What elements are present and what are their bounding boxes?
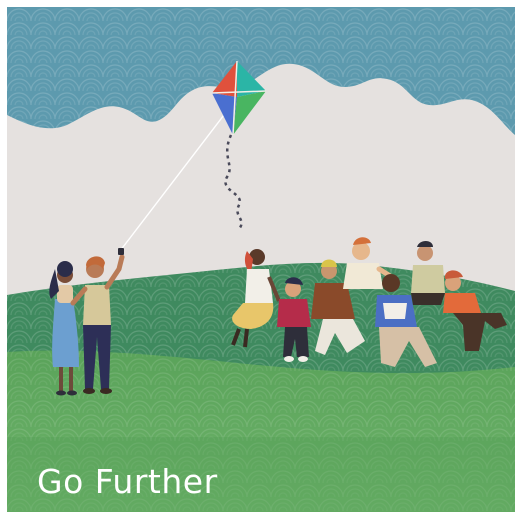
promo-caption: Go Further [37,462,218,501]
promo-card[interactable]: Go Further [7,7,515,512]
illustration [7,7,515,512]
